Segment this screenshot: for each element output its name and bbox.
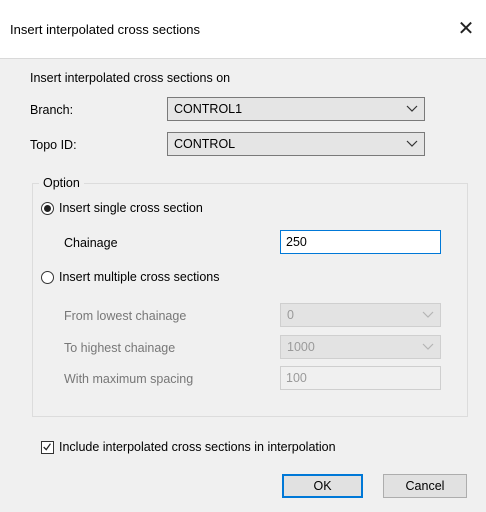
topo-value: CONTROL xyxy=(174,137,236,151)
branch-value: CONTROL1 xyxy=(174,102,243,116)
chevron-down-icon xyxy=(422,311,434,318)
cancel-button[interactable]: Cancel xyxy=(383,474,467,498)
chevron-down-icon xyxy=(422,343,434,350)
single-section-label[interactable]: Insert single cross section xyxy=(59,201,203,215)
from-chainage-label: From lowest chainage xyxy=(64,309,187,323)
dialog: Insert interpolated cross sections ✕ Ins… xyxy=(0,0,486,512)
to-chainage-select[interactable]: 1000 xyxy=(280,335,441,359)
topo-label: Topo ID: xyxy=(30,138,77,152)
include-interpolation-label[interactable]: Include interpolated cross sections in i… xyxy=(59,440,336,454)
max-spacing-label: With maximum spacing xyxy=(64,372,194,386)
multiple-sections-radio[interactable] xyxy=(41,271,54,284)
max-spacing-input[interactable]: 100 xyxy=(280,366,441,390)
window-title: Insert interpolated cross sections xyxy=(10,22,201,37)
insert-on-label: Insert interpolated cross sections on xyxy=(30,71,231,85)
multiple-sections-label[interactable]: Insert multiple cross sections xyxy=(59,270,219,284)
chainage-label: Chainage xyxy=(64,236,118,250)
chevron-down-icon xyxy=(406,140,418,147)
topo-select[interactable]: CONTROL xyxy=(167,132,425,156)
ok-button[interactable]: OK xyxy=(282,474,363,498)
to-chainage-label: To highest chainage xyxy=(64,341,176,355)
option-group-title: Option xyxy=(39,176,84,190)
branch-label: Branch: xyxy=(30,103,74,117)
chainage-value: 250 xyxy=(286,235,307,249)
to-chainage-value: 1000 xyxy=(287,340,315,354)
max-spacing-value: 100 xyxy=(286,371,307,385)
from-chainage-value: 0 xyxy=(287,308,294,322)
title-bar: Insert interpolated cross sections ✕ xyxy=(0,0,486,59)
single-section-radio[interactable] xyxy=(41,202,54,215)
from-chainage-select[interactable]: 0 xyxy=(280,303,441,327)
chainage-input[interactable]: 250 xyxy=(280,230,441,254)
chevron-down-icon xyxy=(406,105,418,112)
checkmark-icon xyxy=(43,443,51,451)
include-interpolation-checkbox[interactable] xyxy=(41,441,54,454)
radio-dot xyxy=(44,205,51,212)
close-icon[interactable]: ✕ xyxy=(454,16,478,40)
branch-select[interactable]: CONTROL1 xyxy=(167,97,425,121)
